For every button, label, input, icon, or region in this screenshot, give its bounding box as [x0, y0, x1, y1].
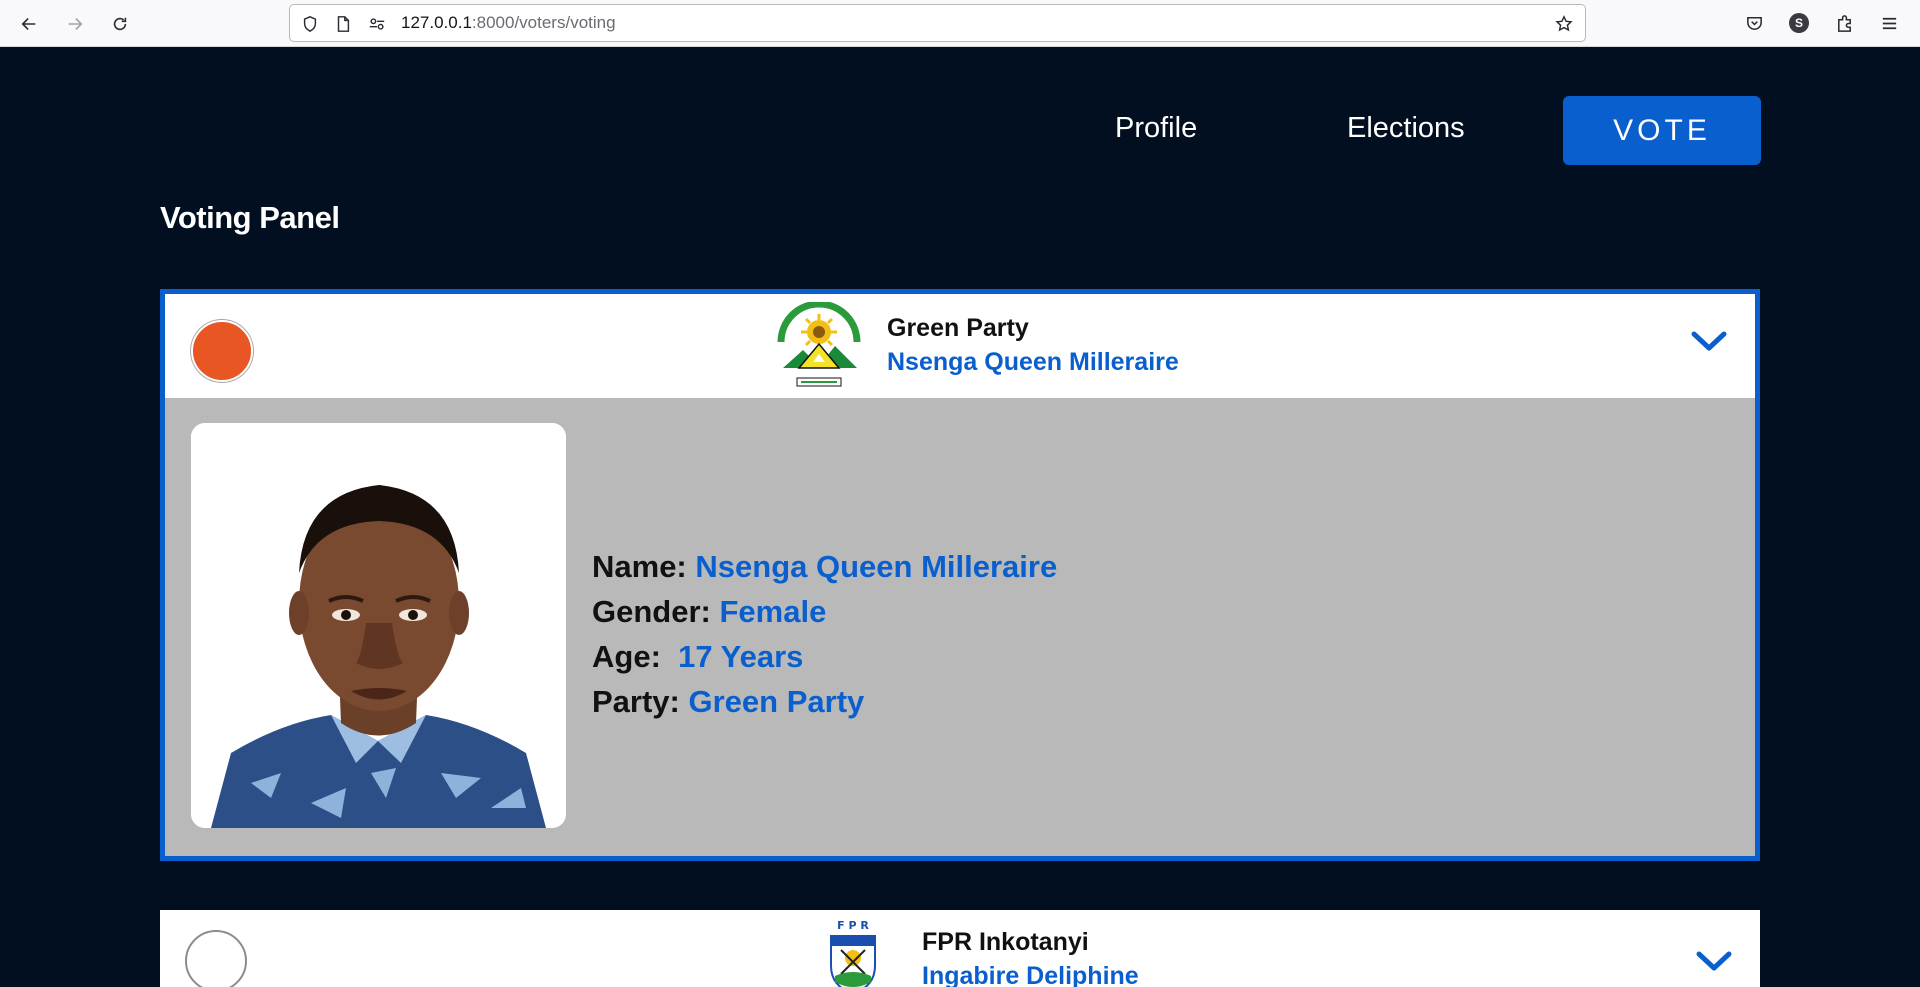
candidate-card-header[interactable]: Green Party Nsenga Queen Milleraire: [165, 294, 1755, 398]
party-value: Green Party: [688, 684, 865, 719]
candidate-card[interactable]: F P R FPR Inkotanyi Ingabire Deliphine: [160, 910, 1760, 987]
party-name: FPR Inkotanyi: [922, 928, 1089, 956]
candidate-name: Ingabire Deliphine: [922, 962, 1139, 987]
shield-icon[interactable]: [300, 14, 320, 34]
url-text[interactable]: 127.0.0.1:8000/voters/voting: [401, 13, 616, 33]
pocket-icon[interactable]: [1741, 10, 1767, 36]
age-label: Age:: [592, 639, 661, 674]
nav-profile-link[interactable]: Profile: [1115, 112, 1197, 145]
detail-age-row: Age: 17 Years: [592, 634, 1057, 679]
chevron-down-icon[interactable]: [1695, 946, 1733, 976]
nav-elections-link[interactable]: Elections: [1347, 112, 1465, 145]
name-label: Name:: [592, 549, 687, 584]
age-value: 17 Years: [678, 639, 804, 674]
avatar: S: [1789, 13, 1809, 33]
page-icon[interactable]: [333, 14, 353, 34]
page-title: Voting Panel: [160, 200, 340, 235]
browser-toolbar: 127.0.0.1:8000/voters/voting S: [0, 0, 1920, 47]
bookmark-star-icon[interactable]: [1554, 14, 1574, 34]
chevron-down-icon[interactable]: [1690, 326, 1728, 356]
name-value: Nsenga Queen Milleraire: [695, 549, 1058, 584]
menu-icon[interactable]: [1876, 10, 1902, 36]
candidate-details: Name: Nsenga Queen Milleraire Gender: Fe…: [592, 544, 1057, 724]
vote-button[interactable]: VOTE: [1563, 96, 1761, 165]
back-icon[interactable]: [15, 10, 43, 38]
fpr-logo-text: F P R: [837, 919, 869, 932]
candidate-photo: [191, 423, 566, 828]
permissions-icon[interactable]: [367, 14, 387, 34]
address-bar[interactable]: 127.0.0.1:8000/voters/voting: [289, 4, 1586, 42]
account-avatar[interactable]: S: [1786, 10, 1812, 36]
candidate-portrait: [191, 423, 566, 828]
green-party-logo: [775, 302, 863, 392]
party-label: Party:: [592, 684, 680, 719]
candidate-radio[interactable]: [185, 930, 247, 987]
gender-value: Female: [719, 594, 827, 629]
fpr-party-logo: F P R: [830, 919, 876, 987]
forward-icon[interactable]: [61, 10, 89, 38]
extensions-icon[interactable]: [1831, 10, 1857, 36]
candidate-card: Green Party Nsenga Queen Milleraire Name…: [160, 289, 1760, 861]
reload-icon[interactable]: [106, 10, 134, 38]
candidate-name: Nsenga Queen Milleraire: [887, 348, 1179, 376]
candidate-radio-selected[interactable]: [191, 320, 253, 382]
party-name: Green Party: [887, 314, 1029, 342]
detail-party-row: Party: Green Party: [592, 679, 1057, 724]
detail-gender-row: Gender: Female: [592, 589, 1057, 634]
gender-label: Gender:: [592, 594, 711, 629]
detail-name-row: Name: Nsenga Queen Milleraire: [592, 544, 1057, 589]
